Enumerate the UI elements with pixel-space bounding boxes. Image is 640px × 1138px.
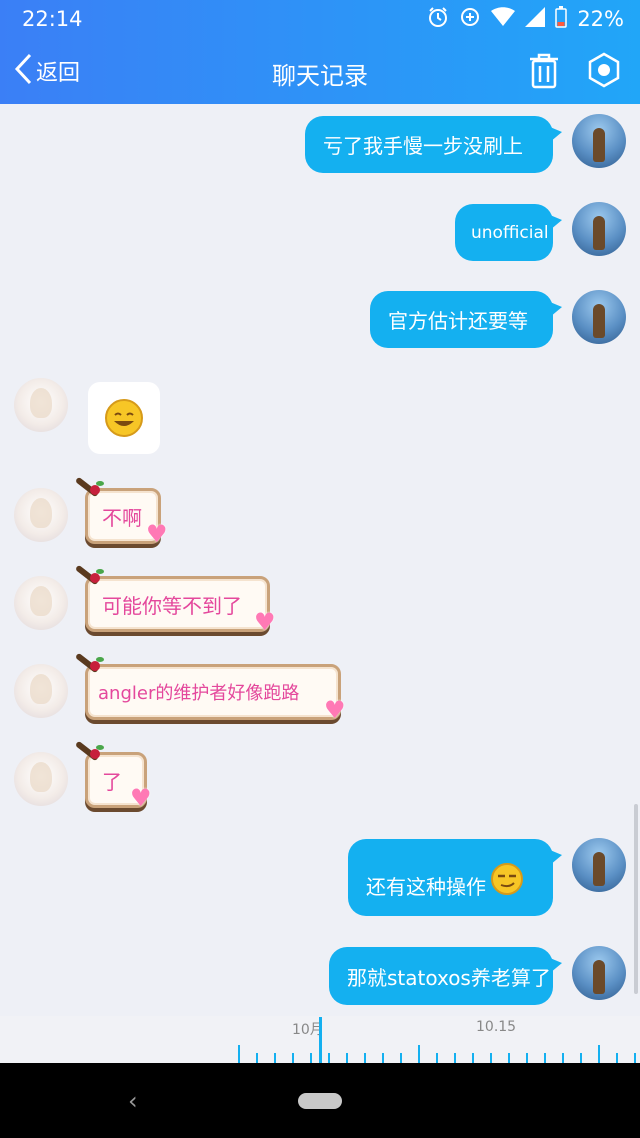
timeline-tick	[454, 1053, 456, 1063]
message-bubble-received[interactable]: angler的维护者好像跑路	[85, 664, 341, 720]
smile-emoji-icon	[105, 399, 143, 437]
avatar[interactable]	[572, 946, 626, 1000]
timeline-tick	[274, 1053, 276, 1063]
rose-decoration	[90, 661, 100, 671]
alarm-icon	[427, 6, 449, 32]
timeline-tick	[346, 1053, 348, 1063]
message-bubble-sent[interactable]: 还有这种操作	[348, 839, 562, 916]
timeline-tick	[508, 1053, 510, 1063]
heart-icon: ♥	[324, 696, 346, 724]
wifi-icon	[491, 7, 516, 31]
timeline-tick	[400, 1053, 402, 1063]
heart-icon: ♥	[146, 520, 168, 548]
status-bar: 22:14 22%	[0, 0, 640, 38]
nav-back-icon[interactable]: ‹	[128, 1087, 138, 1115]
message-text: unofficial	[471, 222, 549, 243]
signal-icon	[525, 7, 546, 31]
message-text: 了	[102, 769, 122, 794]
rose-decoration	[90, 485, 100, 495]
message-text: 官方估计还要等	[388, 309, 528, 333]
message-text: 不啊	[102, 505, 142, 530]
timeline-tick	[598, 1045, 600, 1063]
message-text: 亏了我手慢一步没刷上	[323, 134, 523, 158]
data-saver-icon	[459, 6, 481, 32]
timeline-tick	[238, 1045, 240, 1063]
leaf-decoration	[96, 745, 104, 750]
message-text: 那就statoxos养老算了	[347, 965, 551, 990]
message-bubble-sent[interactable]: 官方估计还要等	[370, 291, 562, 348]
avatar[interactable]	[572, 114, 626, 168]
leaf-decoration	[96, 569, 104, 574]
app-header: 22:14 22% 返回 聊天记录	[0, 0, 640, 104]
timeline-tick	[256, 1053, 258, 1063]
timeline-cursor[interactable]	[319, 1017, 322, 1063]
timeline-tick	[544, 1053, 546, 1063]
timeline-tick	[328, 1053, 330, 1063]
message-text: 可能你等不到了	[102, 593, 242, 618]
date-timeline[interactable]: 10月 10.15	[0, 1016, 640, 1063]
title-bar: 返回 聊天记录	[0, 38, 640, 104]
timeline-tick	[472, 1053, 474, 1063]
sticker-message[interactable]	[88, 382, 160, 454]
timeline-tick	[526, 1053, 528, 1063]
scrollbar[interactable]	[634, 804, 638, 994]
timeline-tick	[436, 1053, 438, 1063]
avatar[interactable]	[14, 488, 68, 542]
settings-button[interactable]	[586, 52, 622, 92]
chat-history[interactable]: 亏了我手慢一步没刷上 unofficial 官方估计还要等 不啊 ♥ 可能你等不…	[0, 104, 640, 1016]
nav-home-pill[interactable]	[298, 1093, 342, 1109]
rose-decoration	[90, 749, 100, 759]
delete-button[interactable]	[528, 53, 560, 93]
system-navigation-bar: ‹	[0, 1063, 640, 1138]
avatar[interactable]	[572, 202, 626, 256]
timeline-tick	[562, 1053, 564, 1063]
timeline-tick	[616, 1053, 618, 1063]
avatar[interactable]	[14, 664, 68, 718]
message-bubble-sent[interactable]: 那就statoxos养老算了	[329, 947, 562, 1005]
timeline-tick	[364, 1053, 366, 1063]
timeline-label: 10.15	[476, 1019, 517, 1035]
timeline-tick	[382, 1053, 384, 1063]
heart-icon: ♥	[254, 608, 276, 636]
avatar[interactable]	[572, 290, 626, 344]
settings-icon	[586, 52, 622, 92]
smirk-emoji-icon	[490, 862, 524, 901]
avatar[interactable]	[14, 576, 68, 630]
message-text: angler的维护者好像跑路	[98, 683, 300, 704]
timeline-tick	[634, 1053, 636, 1063]
timeline-tick	[292, 1053, 294, 1063]
battery-percent: 22%	[577, 7, 624, 31]
message-bubble-received[interactable]: 可能你等不到了	[85, 576, 270, 632]
status-icons: 22%	[427, 6, 624, 32]
leaf-decoration	[96, 657, 104, 662]
message-bubble-sent[interactable]: 亏了我手慢一步没刷上	[305, 116, 562, 173]
avatar[interactable]	[14, 378, 68, 432]
battery-icon	[555, 6, 568, 32]
message-text: 还有这种操作	[366, 875, 486, 899]
leaf-decoration	[96, 481, 104, 486]
avatar[interactable]	[572, 838, 626, 892]
message-bubble-sent[interactable]: unofficial	[455, 204, 562, 261]
heart-icon: ♥	[130, 784, 152, 812]
trash-icon	[528, 53, 560, 93]
timeline-tick	[490, 1053, 492, 1063]
timeline-tick	[580, 1053, 582, 1063]
timeline-tick	[418, 1045, 420, 1063]
avatar[interactable]	[14, 752, 68, 806]
timeline-tick	[310, 1053, 312, 1063]
rose-decoration	[90, 573, 100, 583]
status-time: 22:14	[22, 7, 83, 31]
